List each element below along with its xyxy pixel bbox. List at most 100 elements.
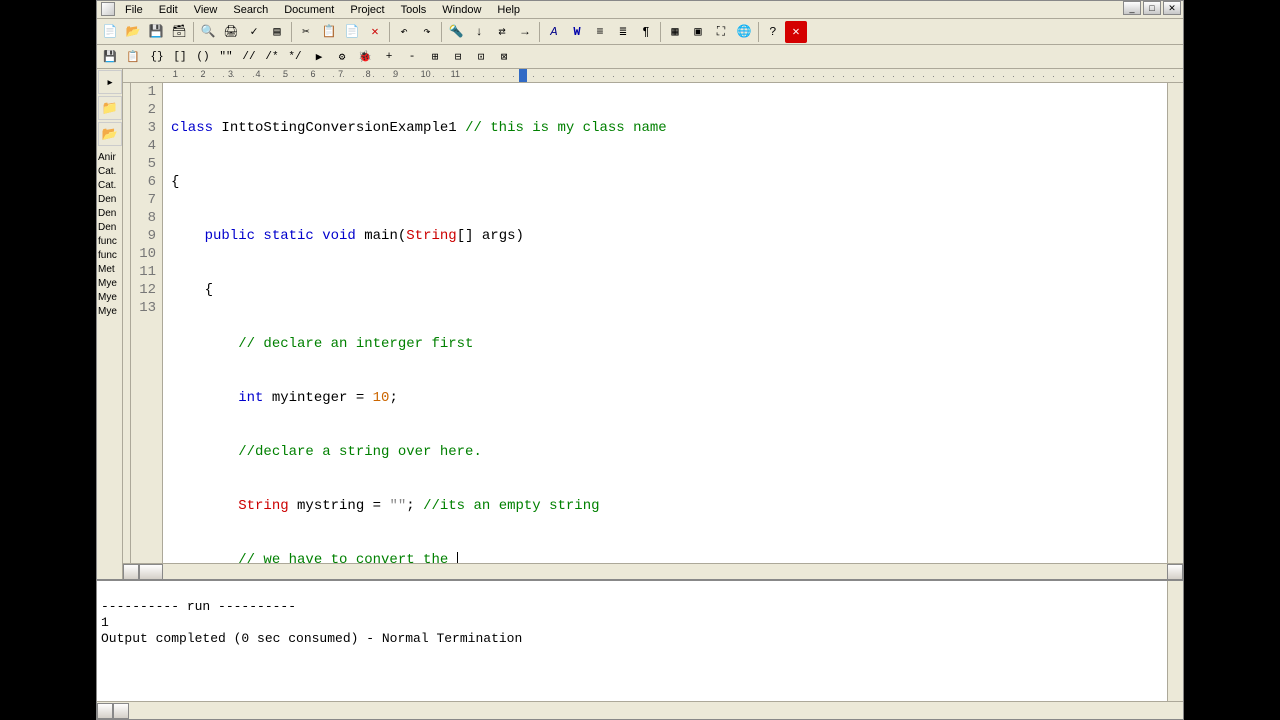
menu-file[interactable]: File xyxy=(117,3,151,17)
goto-icon[interactable]: → xyxy=(514,21,536,43)
output-vertical-scrollbar[interactable] xyxy=(1167,581,1183,701)
browser-icon[interactable]: 🌐 xyxy=(733,21,755,43)
code-editor[interactable]: 1 2 3 4 5 6 7 8 9 10 11 12 13 class Intt… xyxy=(123,83,1183,563)
main-toolbar: 📄 📂 💾 🗃 🔍 🖨 ✓ ▤ ✂ 📋 📄 ✕ ↶ ↷ 🔦 ↓ ⇄ → A W … xyxy=(97,19,1183,45)
editor-horizontal-scrollbar[interactable] xyxy=(123,563,1183,579)
print-preview-icon[interactable]: 🔍 xyxy=(197,21,219,43)
tool-save-icon[interactable]: 💾 xyxy=(99,47,121,67)
expand-icon[interactable]: + xyxy=(378,47,400,67)
sidebar-item[interactable]: func xyxy=(97,249,122,263)
scroll-left-icon[interactable] xyxy=(123,564,139,580)
bracket3-icon[interactable]: () xyxy=(192,47,214,67)
bracket1-icon[interactable]: {} xyxy=(146,47,168,67)
indent-left-icon[interactable]: ≡ xyxy=(589,21,611,43)
sidebar-item[interactable]: Cat. xyxy=(97,165,122,179)
find-next-icon[interactable]: ↓ xyxy=(468,21,490,43)
editor-vertical-scrollbar[interactable] xyxy=(1167,83,1183,563)
minimize-button[interactable]: _ xyxy=(1123,1,1141,15)
panel-btn3-icon[interactable]: 📂 xyxy=(98,122,122,146)
menu-view[interactable]: View xyxy=(186,3,226,17)
expand-all-icon[interactable]: ⊞ xyxy=(424,47,446,67)
sidebar-item[interactable]: Anir xyxy=(97,151,122,165)
comment-icon[interactable]: // xyxy=(238,47,260,67)
sidebar-item[interactable]: Mye xyxy=(97,277,122,291)
tool-doc-icon[interactable]: 📋 xyxy=(122,47,144,67)
cut-icon[interactable]: ✂ xyxy=(295,21,317,43)
toggle-icon[interactable]: ▤ xyxy=(266,21,288,43)
find-icon[interactable]: 🔦 xyxy=(445,21,467,43)
replace-icon[interactable]: ⇄ xyxy=(491,21,513,43)
quote-icon[interactable]: "" xyxy=(215,47,237,67)
code-content[interactable]: class InttoStingConversionExample1 // th… xyxy=(163,83,1167,563)
menu-window[interactable]: Window xyxy=(434,3,489,17)
delete-icon[interactable]: ✕ xyxy=(364,21,386,43)
status-btn2-icon[interactable] xyxy=(113,703,129,719)
debug-icon[interactable]: 🐞 xyxy=(354,47,376,67)
copy-icon[interactable]: 📋 xyxy=(318,21,340,43)
maximize-button[interactable]: □ xyxy=(1143,1,1161,15)
sidebar-item[interactable]: Den xyxy=(97,207,122,221)
sidebar-item[interactable]: func xyxy=(97,235,122,249)
ruler-numbers: 1 2 3 4 5 6 7 8 9 10 11 xyxy=(153,69,460,79)
output-line: Output completed (0 sec consumed) - Norm… xyxy=(101,631,522,646)
stop-icon[interactable]: ✕ xyxy=(785,21,807,43)
output-panel[interactable]: ---------- run ---------- 1 Output compl… xyxy=(97,579,1183,701)
redo-icon[interactable]: ↷ xyxy=(416,21,438,43)
status-btn1-icon[interactable] xyxy=(97,703,113,719)
undo-icon[interactable]: ↶ xyxy=(393,21,415,43)
compile-icon[interactable]: ⚙ xyxy=(331,47,353,67)
run-icon[interactable]: ▶ xyxy=(308,47,330,67)
bracket2-icon[interactable]: [] xyxy=(169,47,191,67)
panel-btn1-icon[interactable]: ▸ xyxy=(98,70,122,94)
close-button[interactable]: ✕ xyxy=(1163,1,1181,15)
sidebar-item[interactable]: Cat. xyxy=(97,179,122,193)
sidebar-item[interactable]: Mye xyxy=(97,291,122,305)
menu-project[interactable]: Project xyxy=(342,3,392,17)
fold-icon[interactable]: ⊡ xyxy=(470,47,492,67)
menu-search[interactable]: Search xyxy=(225,3,276,17)
output-line: ---------- run ---------- xyxy=(101,599,296,614)
statusbar xyxy=(97,701,1183,719)
app-icon[interactable] xyxy=(101,2,115,16)
line-gutter: 1 2 3 4 5 6 7 8 9 10 11 12 13 xyxy=(131,83,163,563)
scroll-thumb[interactable] xyxy=(139,564,163,580)
window-tile-icon[interactable]: ▦ xyxy=(664,21,686,43)
save-icon[interactable]: 💾 xyxy=(145,21,167,43)
unfold-icon[interactable]: ⊠ xyxy=(493,47,515,67)
panel-btn2-icon[interactable]: 📁 xyxy=(98,96,122,120)
collapse-all-icon[interactable]: ⊟ xyxy=(447,47,469,67)
fullscreen-icon[interactable]: ⛶ xyxy=(710,21,732,43)
text-cursor xyxy=(457,552,458,563)
menu-help[interactable]: Help xyxy=(489,3,528,17)
show-special-icon[interactable]: ¶ xyxy=(635,21,657,43)
new-file-icon[interactable]: 📄 xyxy=(99,21,121,43)
sidebar-item[interactable]: Den xyxy=(97,221,122,235)
secondary-toolbar: 💾 📋 {} [] () "" // /* */ ▶ ⚙ 🐞 + - ⊞ ⊟ ⊡… xyxy=(97,45,1183,69)
wordwrap-icon[interactable]: W xyxy=(566,21,588,43)
indent-right-icon[interactable]: ≣ xyxy=(612,21,634,43)
uncomment-icon[interactable]: */ xyxy=(284,47,306,67)
scroll-right-icon[interactable] xyxy=(1167,564,1183,580)
menu-document[interactable]: Document xyxy=(276,3,342,17)
menu-edit[interactable]: Edit xyxy=(151,3,186,17)
ruler[interactable]: 1 2 3 4 5 6 7 8 9 10 11 xyxy=(123,69,1183,83)
sidebar-item[interactable]: Met xyxy=(97,263,122,277)
left-panel: ▸ 📁 📂 Anir Cat. Cat. Den Den Den func fu… xyxy=(97,69,123,579)
window-cascade-icon[interactable]: ▣ xyxy=(687,21,709,43)
collapse-icon[interactable]: - xyxy=(401,47,423,67)
help-icon[interactable]: ? xyxy=(762,21,784,43)
save-all-icon[interactable]: 🗃 xyxy=(168,21,190,43)
block-comment-icon[interactable]: /* xyxy=(261,47,283,67)
menu-tools[interactable]: Tools xyxy=(393,3,435,17)
font-icon[interactable]: A xyxy=(543,21,565,43)
app-window: File Edit View Search Document Project T… xyxy=(96,0,1184,720)
sidebar-item[interactable]: Mye xyxy=(97,305,122,319)
spell-check-icon[interactable]: ✓ xyxy=(243,21,265,43)
gutter-markers xyxy=(123,83,131,563)
paste-icon[interactable]: 📄 xyxy=(341,21,363,43)
output-line: 1 xyxy=(101,615,109,630)
ruler-marker-icon[interactable] xyxy=(519,69,527,83)
open-file-icon[interactable]: 📂 xyxy=(122,21,144,43)
sidebar-item[interactable]: Den xyxy=(97,193,122,207)
print-icon[interactable]: 🖨 xyxy=(220,21,242,43)
